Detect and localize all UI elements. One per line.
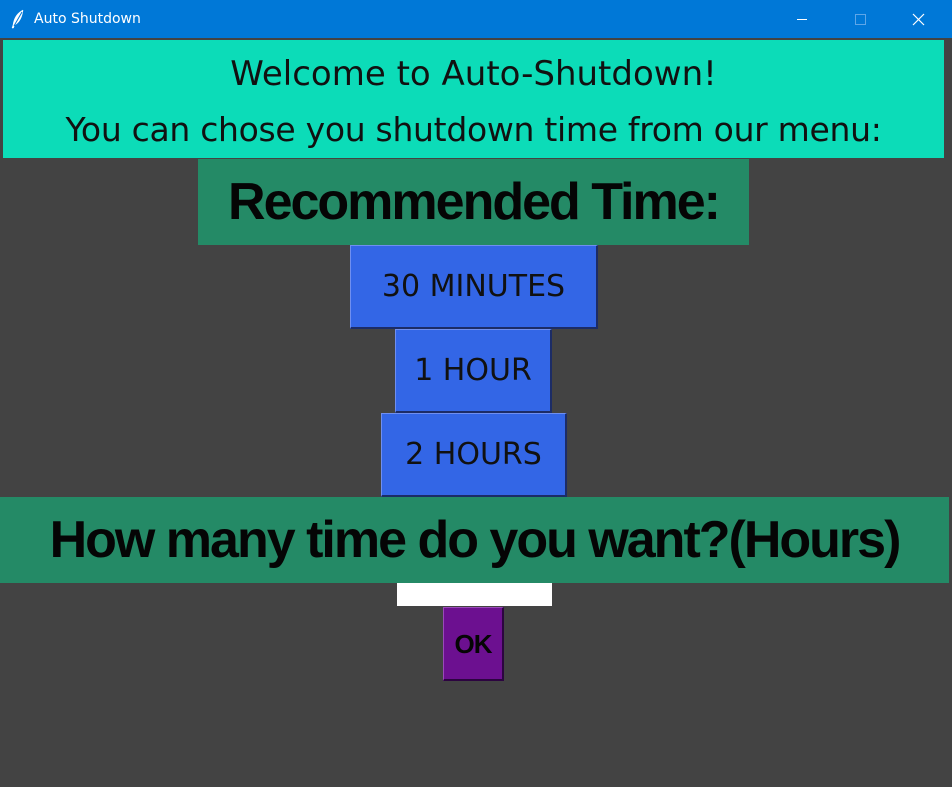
window-title: Auto Shutdown bbox=[34, 11, 141, 27]
close-button[interactable] bbox=[895, 0, 941, 38]
welcome-heading: Welcome to Auto-Shutdown! bbox=[230, 54, 717, 94]
maximize-icon bbox=[855, 14, 866, 25]
minimize-button[interactable] bbox=[779, 0, 825, 38]
maximize-button[interactable] bbox=[837, 0, 883, 38]
hours-input[interactable] bbox=[397, 583, 552, 606]
welcome-panel: Welcome to Auto-Shutdown! You can chose … bbox=[3, 40, 944, 158]
ok-button[interactable]: OK bbox=[443, 607, 504, 681]
welcome-instructions: You can chose you shutdown time from our… bbox=[65, 110, 882, 149]
custom-time-heading: How many time do you want?(Hours) bbox=[0, 497, 949, 583]
1-hour-button[interactable]: 1 HOUR bbox=[395, 329, 552, 413]
recommended-time-heading: Recommended Time: bbox=[198, 159, 749, 245]
30-minutes-button[interactable]: 30 MINUTES bbox=[350, 245, 598, 329]
app-window: Auto Shutdown Welcome to Auto-Shutdown! … bbox=[0, 0, 952, 787]
title-bar[interactable]: Auto Shutdown bbox=[0, 0, 952, 38]
minimize-icon bbox=[797, 19, 807, 20]
close-icon bbox=[912, 13, 925, 26]
feather-icon bbox=[11, 9, 24, 29]
2-hours-button[interactable]: 2 HOURS bbox=[381, 413, 567, 497]
